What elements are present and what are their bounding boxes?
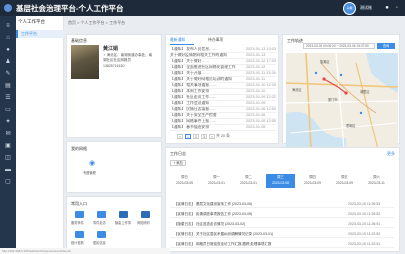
quick-links-panel: 常用入口 服务事件 事件走访 隐患工作事 风险研判 统计查看 居民信息 [66,196,162,252]
profile-section-title: 基础信息 [71,38,87,43]
profile-phone: 13825716150 [103,64,125,68]
query-button[interactable]: 查询 [377,43,395,49]
page-button[interactable]: 1 [185,134,191,139]
edit-icon[interactable]: ✎ [4,70,12,78]
pagination: <1 2 3 > 共 20 条 [176,134,230,139]
map-label-haicang: 海沧区 [292,88,302,92]
profile-photo [71,45,99,79]
date-range-input[interactable]: 2023-03-02 00:00:00 ~ 2023-03-06 15:37:5… [303,43,375,49]
breadcrumb: 首页 > 个人工作平台 > 工作平台 [68,20,126,25]
notices-panel: 最新通知 待办事项 【通知】 发布人员信息,…… 2023-01-13 10:03… [165,34,279,144]
profile-name: 黄江娟 [103,46,119,52]
quicklink-label[interactable]: 隐患工作事 [115,220,131,225]
settings-icon[interactable]: ✦ [4,118,12,126]
my-grid-title: 我的网格 [71,146,87,151]
message-icon[interactable]: ✉ [4,130,12,138]
card-icon[interactable]: ▬ [4,166,12,174]
log-row[interactable]: 【民情日志】 基层文化建设宣传工作 (2023-03-06) 2023-03-15… [170,200,394,208]
file-icon[interactable]: ▭ [4,106,12,114]
map-label-siming: 思明区 [346,124,356,128]
map-label-jimei: 集美区 [320,60,330,64]
top-bar: 基层社会治理平台-个人工作平台 头像 测试账 ● ◦ [0,0,405,16]
menu-icon[interactable]: ≡ [4,22,12,30]
prev-page-button[interactable]: < [177,134,183,139]
profile-role: 湖社区社区网格员 [103,58,131,62]
page-button[interactable]: 3 [201,134,207,139]
day-cell[interactable]: 周一 2023-03-01 [202,174,231,188]
app-title: 基层社会治理平台-个人工作平台 [16,4,124,13]
day-cell[interactable]: 周日 2023-03-05 [170,174,199,188]
log-row[interactable]: 【民情日志】 民情调查事项报告工作 (2023-03-05) 2023-03-15… [170,210,394,218]
add-log-button[interactable]: + 添加 [170,160,186,166]
sidebar: ≡ ⌂ ● ♟ ✎ ▤ ☰ ▭ ✦ ✉ ▣ ◫ ▬ ▢ [0,16,16,254]
topic-management-link[interactable]: 专题管理 [83,170,96,175]
page-button[interactable]: 2 [193,134,199,139]
map-view[interactable]: 厦门市 海沧区 思明区 湖里区 集美区 [286,53,398,149]
event-visit-icon[interactable] [97,211,106,218]
day-cell[interactable]: 周六 2023-03-11 [362,174,391,188]
logo [4,4,12,12]
next-page-button[interactable]: > [209,134,215,139]
tab-todo[interactable]: 待办事项 [208,38,223,43]
help-icon[interactable]: ◦ [394,5,400,11]
list-icon[interactable]: ☰ [4,94,12,102]
log-row[interactable]: 【民情日志】 关于社区居民矛盾纠纷调解情况记录 (2023-03-01) 2023… [170,230,394,238]
quick-links-title: 常用入口 [71,201,87,206]
map-label-city: 厦门市 [328,98,338,102]
log-row[interactable]: 【隐患日志】 社区巡查走访情况 (2023-03-02) 2023-03-15 1… [170,220,394,228]
folder-icon[interactable]: ▣ [4,142,12,150]
box-icon[interactable]: ◫ [4,154,12,162]
risk-icon[interactable] [141,211,150,218]
hazard-icon[interactable] [119,211,128,218]
work-log-title: 工作日志 [170,151,186,156]
work-track-title: 工作轨迹 [287,38,303,43]
status-bar: http://192.168.0.1/#/workbench/personal-… [0,248,170,254]
my-grid-panel: 我的网格 ◉ 专题管理 [66,141,162,193]
tab-latest-notices[interactable]: 最新通知 [170,38,185,43]
log-row[interactable]: 【民情日志】 网格员日常巡查走访工作汇报,跟踪,处理事项汇报 2023-03-15… [170,240,394,248]
monitor-icon[interactable]: ▢ [4,178,12,186]
service-event-icon[interactable] [75,211,84,218]
user-name[interactable]: 测试账 [360,5,372,11]
location-pin-icon: ◉ [89,160,96,167]
user-icon[interactable]: ● [384,5,390,11]
people-icon[interactable]: ♟ [4,58,12,66]
home-icon[interactable]: ⌂ [4,34,12,42]
subnav-item-workbench[interactable]: 工作平台 [16,30,64,38]
quicklink-label[interactable]: 服务事件 [71,220,84,225]
profile-panel: 基础信息 黄江娟 ♀ 海沧区、南湖街道办事处、南 湖社区社区网格员 138257… [66,34,162,138]
work-track-panel: 工作轨迹 2023-03-02 00:00:00 ~ 2023-03-06 15… [282,34,400,149]
day-cell[interactable]: 周四 2023-03-09 [298,174,327,188]
subnav-title: 个人工作平台 [18,19,45,24]
day-cell[interactable]: 周二 2023-03-01 [234,174,263,188]
user-icon[interactable]: ● [4,46,12,54]
quicklink-label[interactable]: 事件走访 [93,220,106,225]
map-label-huli: 湖里区 [360,90,370,94]
day-cell-selected[interactable]: 周三 2023-03-08 [266,174,295,188]
day-cell[interactable]: 周五 2023-03-09 [330,174,359,188]
stats-icon[interactable] [75,231,84,238]
notice-row[interactable]: 【通知】 春节值班安排 2023-01-05 [170,125,276,131]
map-canvas [286,53,398,149]
pager-info: 共 20 条 [216,134,230,138]
active-tab-indicator [170,44,194,45]
quicklink-label[interactable]: 居民信息 [93,240,106,245]
avatar[interactable]: 头像 [343,2,356,15]
resident-icon[interactable] [97,231,106,238]
sub-navigation: 个人工作平台 工作平台 [16,16,64,254]
work-log-more-link[interactable]: 更多 [387,151,395,157]
quicklink-label[interactable]: 风险研判 [137,220,150,225]
chart-icon[interactable]: ▤ [4,82,12,90]
quicklink-label[interactable]: 统计查看 [71,240,84,245]
